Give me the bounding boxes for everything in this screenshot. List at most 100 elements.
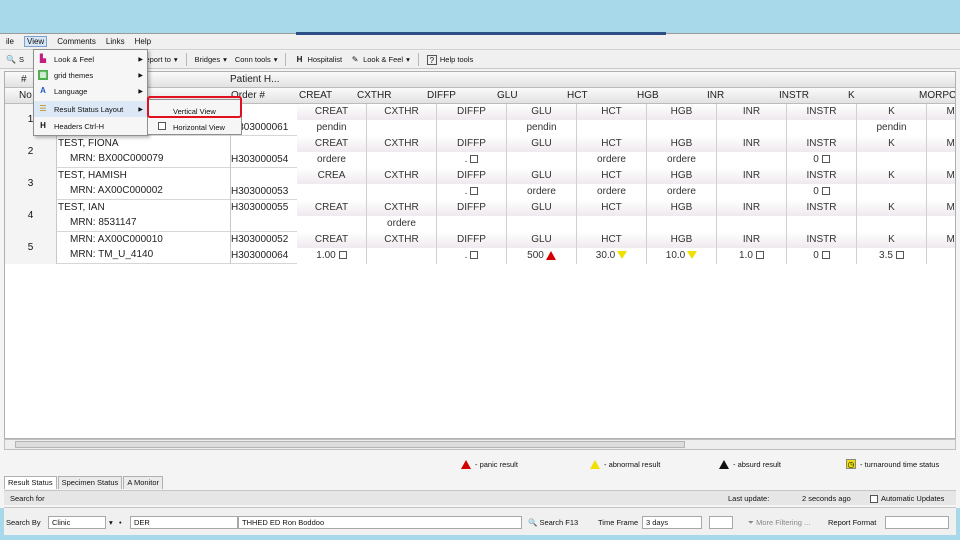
menu-item-look-feel[interactable]: ▙ Look & Feel ▶ bbox=[34, 51, 147, 67]
order-cell[interactable]: H303000054 bbox=[231, 136, 301, 168]
look-feel-button[interactable]: ✎ Look & Feel ▾ bbox=[350, 55, 410, 65]
col-header-glu[interactable]: GLU bbox=[497, 90, 518, 101]
ack-checkbox[interactable] bbox=[821, 187, 830, 196]
conn-tools-button[interactable]: Conn tools ▾ bbox=[235, 55, 278, 64]
ack-checkbox[interactable] bbox=[470, 251, 479, 260]
result-cell[interactable] bbox=[717, 184, 787, 200]
col-header-hct[interactable]: HCT bbox=[567, 90, 588, 101]
table-row[interactable]: 4 TEST, IAN MRN: 8531147 H303000055 CREAT CXT… bbox=[5, 200, 955, 232]
result-cell[interactable] bbox=[787, 120, 857, 136]
result-cell[interactable] bbox=[787, 216, 857, 232]
menu-links[interactable]: Links bbox=[106, 37, 125, 46]
table-row[interactable]: 2 TEST, FIONA MRN: BX00C000079 H303000054 CR… bbox=[5, 136, 955, 168]
result-cell[interactable] bbox=[437, 120, 507, 136]
col-header-hgb[interactable]: HGB bbox=[637, 90, 659, 101]
result-cell[interactable] bbox=[927, 120, 955, 136]
order-cell[interactable]: H303000052 H303000064 bbox=[231, 232, 301, 264]
result-cell[interactable]: ordere bbox=[647, 184, 717, 200]
search-button[interactable]: 🔍 Search F13 bbox=[528, 518, 578, 527]
no-header[interactable]: No bbox=[19, 90, 32, 101]
time-frame-select[interactable]: 3 days bbox=[642, 516, 702, 529]
col-header-creat[interactable]: CREAT bbox=[299, 90, 332, 101]
result-cell[interactable] bbox=[927, 184, 955, 200]
menu-view[interactable]: View bbox=[24, 36, 48, 47]
col-header-morpc[interactable]: MORPC bbox=[919, 90, 955, 101]
order-cell[interactable]: H303000053 bbox=[231, 168, 301, 200]
result-cell[interactable] bbox=[647, 120, 717, 136]
col-header-inr[interactable]: INR bbox=[707, 90, 724, 101]
clinic-field[interactable]: DER bbox=[130, 516, 238, 529]
auto-update-toggle[interactable]: Automatic Updates bbox=[870, 494, 944, 504]
patient-header[interactable]: Patient H... bbox=[230, 74, 279, 85]
help-tools-button[interactable]: ? Help tools bbox=[426, 54, 473, 65]
col-header-instr[interactable]: INSTR bbox=[779, 90, 809, 101]
result-cell[interactable] bbox=[367, 248, 437, 264]
result-cell[interactable] bbox=[857, 216, 927, 232]
result-cell[interactable]: 30.0 bbox=[577, 248, 647, 264]
result-cell[interactable]: 1.0 bbox=[717, 248, 787, 264]
result-cell[interactable] bbox=[927, 216, 955, 232]
ack-checkbox[interactable] bbox=[895, 251, 904, 260]
menu-file[interactable]: ile bbox=[6, 37, 14, 46]
time-frame-extra[interactable] bbox=[709, 516, 733, 529]
result-cell[interactable] bbox=[507, 152, 577, 168]
menu-help[interactable]: Help bbox=[135, 37, 151, 46]
col-header-cxthr[interactable]: CXTHR bbox=[357, 90, 391, 101]
menu-comments[interactable]: Comments bbox=[57, 37, 96, 46]
scrollbar-thumb[interactable] bbox=[15, 441, 685, 448]
menu-item-result-status-layout[interactable]: ☰ Result Status Layout ▶ bbox=[34, 101, 147, 117]
result-cell[interactable] bbox=[717, 216, 787, 232]
horizontal-scrollbar[interactable] bbox=[4, 439, 956, 450]
ack-checkbox[interactable] bbox=[755, 251, 764, 260]
result-cell[interactable]: 0 bbox=[787, 248, 857, 264]
result-cell[interactable]: . bbox=[437, 152, 507, 168]
tab-result-status[interactable]: Result Status bbox=[4, 476, 57, 489]
result-cell[interactable] bbox=[367, 184, 437, 200]
result-cell[interactable] bbox=[367, 120, 437, 136]
patient-cell[interactable]: TEST, IAN MRN: 8531147 bbox=[57, 200, 231, 232]
tab-specimen-status[interactable]: Specimen Status bbox=[57, 476, 123, 489]
result-cell[interactable] bbox=[857, 152, 927, 168]
result-cell[interactable] bbox=[507, 216, 577, 232]
order-cell[interactable]: H303000055 bbox=[231, 200, 301, 232]
result-cell[interactable]: ordere bbox=[577, 184, 647, 200]
tab-monitor[interactable]: A Monitor bbox=[123, 476, 163, 489]
search-by-select[interactable]: Clinic bbox=[48, 516, 106, 529]
result-cell[interactable] bbox=[297, 184, 367, 200]
result-cell[interactable]: . bbox=[437, 248, 507, 264]
patient-cell[interactable]: TEST, HAMISH MRN: AX00C000002 bbox=[57, 168, 231, 200]
result-cell[interactable]: 0 bbox=[787, 184, 857, 200]
result-cell[interactable]: pendin bbox=[507, 120, 577, 136]
col-header-diffp[interactable]: DIFFP bbox=[427, 90, 456, 101]
report-format-select[interactable] bbox=[885, 516, 949, 529]
ack-checkbox[interactable] bbox=[470, 155, 479, 164]
ack-checkbox[interactable] bbox=[821, 155, 830, 164]
bridges-button[interactable]: Bridges ▾ bbox=[195, 55, 227, 64]
result-cell[interactable]: pendin bbox=[297, 120, 367, 136]
result-cell[interactable] bbox=[927, 152, 955, 168]
result-cell[interactable]: 10.0 bbox=[647, 248, 717, 264]
menu-item-horizontal-view[interactable]: Horizontal View bbox=[148, 119, 241, 135]
result-cell[interactable] bbox=[367, 152, 437, 168]
result-cell[interactable] bbox=[297, 216, 367, 232]
more-filtering-button[interactable]: ⏷ More Filtering ... bbox=[748, 518, 810, 528]
patient-cell[interactable]: TEST, FIONA MRN: BX00C000079 bbox=[57, 136, 231, 168]
result-cell[interactable]: 500 bbox=[507, 248, 577, 264]
result-cell[interactable]: ordere bbox=[507, 184, 577, 200]
dropdown-arrow-icon[interactable]: ▾ bbox=[109, 518, 113, 527]
physician-field[interactable]: THHED ED Ron Boddoo bbox=[238, 516, 522, 529]
table-row[interactable]: 3 TEST, HAMISH MRN: AX00C000002 H303000053 C… bbox=[5, 168, 955, 200]
menu-item-grid-themes[interactable]: ▦ grid themes ▶ bbox=[34, 67, 147, 83]
result-cell[interactable]: ordere bbox=[297, 152, 367, 168]
ack-checkbox[interactable] bbox=[470, 187, 479, 196]
result-cell[interactable] bbox=[577, 216, 647, 232]
search-tool-button[interactable]: 🔍 S bbox=[6, 55, 24, 65]
ack-checkbox[interactable] bbox=[821, 251, 830, 260]
result-cell[interactable]: ordere bbox=[647, 152, 717, 168]
result-cell[interactable]: ordere bbox=[577, 152, 647, 168]
ack-checkbox[interactable] bbox=[338, 251, 347, 260]
result-cell[interactable] bbox=[717, 152, 787, 168]
result-cell[interactable] bbox=[717, 120, 787, 136]
menu-item-language[interactable]: A Language ▶ bbox=[34, 83, 147, 99]
result-cell[interactable]: . bbox=[437, 184, 507, 200]
